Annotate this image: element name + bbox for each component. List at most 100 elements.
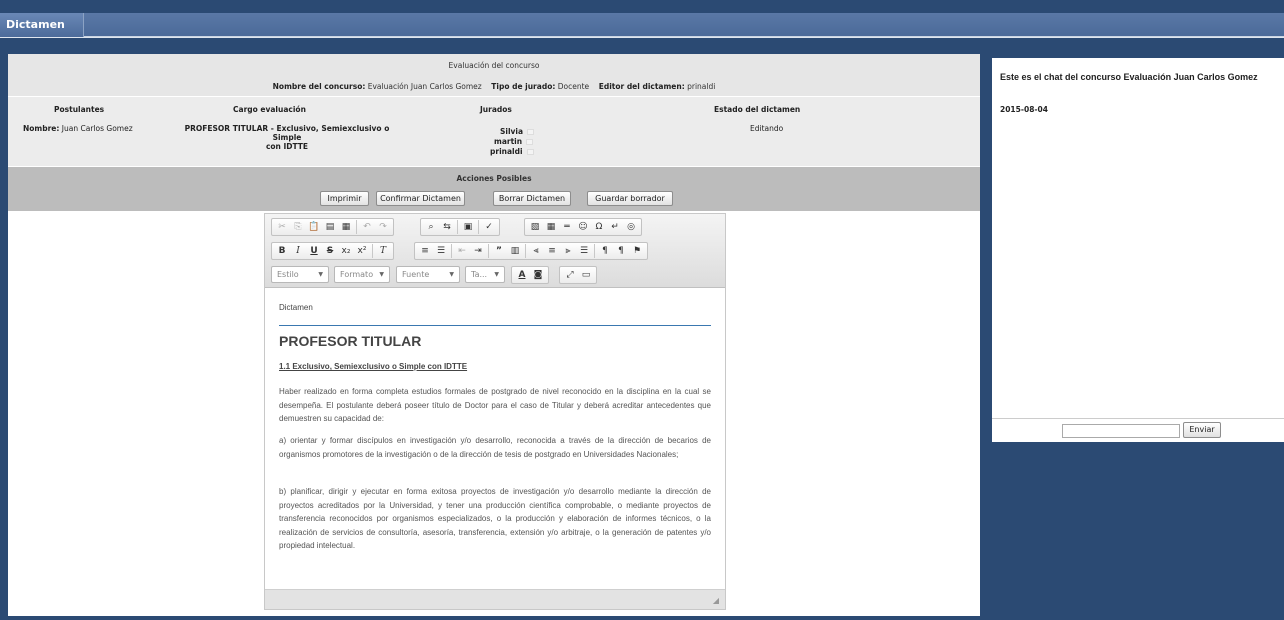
ltr-icon[interactable]: ¶ [598,244,612,258]
chat-title: Este es el chat del concurso Evaluación … [1000,72,1258,82]
jury-member: prinaldi [490,147,534,156]
remove-format-icon[interactable]: T [376,244,390,258]
underline-icon[interactable]: U [307,244,321,258]
insert-group: ▧ ▦ ═ ☺ Ω ↵ ◎ [524,218,642,236]
align-left-icon[interactable]: ⫷ [529,244,543,258]
window-titlebar: Dictamen [0,13,1284,37]
align-center-icon[interactable]: ≡ [545,244,559,258]
undo-icon[interactable]: ↶ [360,220,374,234]
spellcheck-icon[interactable]: ✓ [482,220,496,234]
outdent-icon[interactable]: ⇤ [455,244,469,258]
format-combo[interactable]: Formato ▼ [334,266,390,283]
style-combo[interactable]: Estilo ▼ [271,266,329,283]
jury-type-label: Tipo de jurado: [491,82,556,91]
replace-icon[interactable]: ⇆ [440,220,454,234]
paste-word-icon[interactable]: ▦ [339,220,353,234]
editor-value: prinaldi [687,82,716,91]
color-group: A ◙ [511,266,549,284]
send-button[interactable]: Enviar [1183,422,1221,438]
candidate-table: Postulantes Cargo evaluación Jurados Est… [8,97,980,166]
align-right-icon[interactable]: ⫸ [561,244,575,258]
save-draft-button[interactable]: Guardar borrador [587,191,673,206]
main-panel: Evaluación del concurso Nombre del concu… [8,54,980,616]
col-jurados: Jurados [480,105,512,114]
print-button[interactable]: Imprimir [320,191,369,206]
page-break-icon[interactable]: ↵ [608,220,622,234]
contest-info-line: Nombre del concurso: Evaluación Juan Car… [8,82,980,91]
contest-name-label: Nombre del concurso: [272,82,366,91]
jury-status-checkbox[interactable] [527,129,535,135]
size-combo[interactable]: Ta... ▼ [465,266,505,283]
find-icon[interactable]: ⌕ [424,220,438,234]
candidate-name-value: Juan Carlos Gomez [61,124,133,133]
candidate-name: Nombre: Juan Carlos Gomez [23,124,133,133]
actions-title: Acciones Posibles [456,174,532,183]
rtl-icon[interactable]: ¶ [614,244,628,258]
jury-status-checkbox[interactable] [526,149,534,155]
tools-group: ⤢ ▭ [559,266,597,284]
chevron-down-icon: ▼ [449,271,454,278]
jury-type-value: Docente [557,82,590,91]
jury-member: Silvia [500,127,535,136]
maximize-icon[interactable]: ⤢ [563,268,577,282]
doc-paragraph: a) orientar y formar discípulos en inves… [279,436,711,459]
chevron-down-icon: ▼ [379,271,384,278]
indent-icon[interactable]: ⇥ [471,244,485,258]
italic-icon[interactable]: I [291,244,305,258]
editor-content[interactable]: Dictamen PROFESOR TITULAR 1.1 Exclusivo,… [265,289,725,589]
text-color-icon[interactable]: A [515,268,529,282]
rich-text-editor: ✂ ⎘ 📋 ▤ ▦ ↶ ↷ ⌕ ⇆ ▣ ✓ ▧ ▦ ═ ☺ Ω ↵ ◎ B I … [264,213,726,610]
position-line2: con IDTTE [265,142,309,151]
find-group: ⌕ ⇆ ▣ ✓ [420,218,500,236]
show-blocks-icon[interactable]: ▭ [579,268,593,282]
position-cell: PROFESOR TITULAR - Exclusivo, Semiexclus… [172,124,402,151]
jury-status-checkbox[interactable] [526,139,534,145]
chat-divider [992,418,1284,419]
language-icon[interactable]: ⚑ [630,244,644,258]
blockquote-icon[interactable]: ” [492,244,506,258]
copy-icon[interactable]: ⎘ [291,220,305,234]
paste-icon[interactable]: 📋 [307,220,321,234]
superscript-icon[interactable]: x² [355,244,369,258]
smiley-icon[interactable]: ☺ [576,220,590,234]
bold-icon[interactable]: B [275,244,289,258]
numbered-list-icon[interactable]: ≡ [418,244,432,258]
editor-statusbar: ◢ [265,589,725,609]
select-all-icon[interactable]: ▣ [461,220,475,234]
special-char-icon[interactable]: Ω [592,220,606,234]
iframe-icon[interactable]: ◎ [624,220,638,234]
candidate-name-label: Nombre: [23,124,60,133]
doc-divider [279,325,711,326]
chat-input[interactable] [1062,424,1180,438]
horizontal-rule-icon[interactable]: ═ [560,220,574,234]
subscript-icon[interactable]: x₂ [339,244,353,258]
position-line1: PROFESOR TITULAR - Exclusivo, Semiexclus… [184,124,390,142]
editor-label: Editor del dictamen: [598,82,685,91]
window-title: Dictamen [0,13,84,37]
chevron-down-icon: ▼ [494,271,499,278]
table-icon[interactable]: ▦ [544,220,558,234]
chat-date: 2015-08-04 [1000,105,1048,114]
justify-icon[interactable]: ☰ [577,244,591,258]
confirm-dictamen-button[interactable]: Confirmar Dictamen [376,191,465,206]
delete-dictamen-button[interactable]: Borrar Dictamen [493,191,571,206]
bulleted-list-icon[interactable]: ☰ [434,244,448,258]
div-icon[interactable]: ▥ [508,244,522,258]
paste-text-icon[interactable]: ▤ [323,220,337,234]
window-subbar [0,37,1284,53]
bg-color-icon[interactable]: ◙ [531,268,545,282]
resize-grip-icon[interactable]: ◢ [713,596,719,605]
font-combo[interactable]: Fuente ▼ [396,266,460,283]
image-icon[interactable]: ▧ [528,220,542,234]
editor-toolbar: ✂ ⎘ 📋 ▤ ▦ ↶ ↷ ⌕ ⇆ ▣ ✓ ▧ ▦ ═ ☺ Ω ↵ ◎ B I … [265,214,725,288]
jury-member: martin [494,137,534,146]
strike-icon[interactable]: S [323,244,337,258]
actions-band: Acciones Posibles Imprimir Confirmar Dic… [8,167,980,211]
status-value: Editando [750,124,784,133]
cut-icon[interactable]: ✂ [275,220,289,234]
top-strip [0,0,1284,13]
doc-subheading: 1.1 Exclusivo, Semiexclusivo o Simple co… [279,362,468,371]
redo-icon[interactable]: ↷ [376,220,390,234]
clipboard-group: ✂ ⎘ 📋 ▤ ▦ ↶ ↷ [271,218,394,236]
doc-heading: PROFESOR TITULAR [279,333,422,349]
